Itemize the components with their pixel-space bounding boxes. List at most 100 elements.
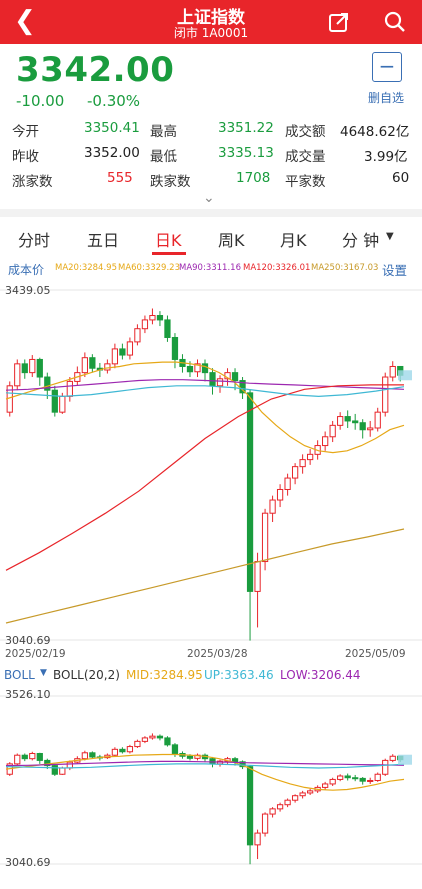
price-change: -10.00: [16, 92, 65, 110]
candle: [299, 792, 306, 797]
candle: [59, 767, 66, 775]
candle: [209, 372, 216, 387]
candle: [21, 363, 28, 374]
candle: [66, 761, 73, 769]
share-icon[interactable]: [327, 10, 351, 34]
candle: [141, 737, 149, 742]
candle: [29, 358, 36, 374]
candle: [59, 395, 66, 413]
volume-value: 3.99亿: [364, 149, 408, 165]
boll-low: LOW:3206.44: [280, 668, 361, 682]
price-change-pct: -0.30%: [87, 92, 141, 110]
search-icon[interactable]: [383, 10, 407, 34]
candle: [382, 759, 389, 775]
candle: [374, 411, 381, 429]
candle: [51, 389, 58, 413]
last-price: 3342.00: [16, 50, 175, 90]
candle: [254, 561, 261, 592]
tab-intraday[interactable]: 分时: [18, 227, 50, 251]
candle: [134, 328, 141, 343]
candle: [284, 477, 291, 490]
candle: [307, 790, 314, 794]
candle: [329, 778, 336, 785]
candle: [66, 380, 73, 397]
candle: [126, 746, 134, 753]
candle: [276, 488, 284, 501]
candle: [246, 392, 254, 592]
boll-params: BOLL(20,2): [53, 668, 120, 682]
minute-dropdown-icon[interactable]: ▼: [386, 231, 394, 242]
date-mid: 2025/03/28: [187, 648, 248, 660]
candle: [36, 752, 43, 761]
candle: [89, 357, 96, 369]
candle: [29, 752, 36, 760]
candle: [156, 735, 164, 739]
tab-monthly-k[interactable]: 月K: [280, 227, 307, 251]
prev-close-label: 昨收: [12, 149, 39, 165]
candle: [254, 832, 261, 846]
candle: [111, 748, 119, 756]
candle: [374, 773, 381, 781]
volume-label: 成交量: [285, 149, 326, 165]
high-label: 最高: [150, 124, 177, 140]
candle: [359, 422, 366, 431]
candle: [14, 754, 21, 765]
candle: [209, 758, 216, 765]
y-axis-min: 3040.69: [5, 634, 51, 647]
candle: [14, 363, 21, 387]
amount-value: 4648.62亿: [340, 124, 410, 140]
candle: [119, 748, 126, 753]
flat-count-label: 平家数: [285, 174, 326, 190]
settings-button[interactable]: 设置: [382, 260, 407, 279]
boll-indicator-selector[interactable]: BOLL: [4, 668, 35, 682]
candle: [36, 358, 43, 378]
low-label: 最低: [150, 149, 177, 165]
candle: [186, 755, 194, 759]
y-axis-max: 3439.05: [5, 284, 51, 297]
candle: [231, 758, 239, 763]
boll-up: UP:3363.46: [204, 668, 274, 682]
candle: [164, 737, 171, 746]
boll-mid: MID:3284.95: [126, 668, 203, 682]
boll-y-min: 3040.69: [5, 856, 51, 869]
active-tab-indicator: [152, 252, 186, 255]
top-bar: ❮ 上证指数 闭市 1A0001: [0, 0, 422, 44]
down-count-label: 跌家数: [150, 174, 191, 190]
tab-five-day[interactable]: 五日: [87, 227, 119, 251]
boll-y-max: 3526.10: [5, 688, 51, 701]
candle: [89, 752, 96, 758]
remove-watchlist-icon[interactable]: −: [372, 52, 402, 82]
kline-chart[interactable]: [0, 280, 422, 650]
candle: [164, 319, 171, 338]
ma120-label: MA120:3326.01: [243, 263, 311, 273]
tab-weekly-k[interactable]: 周K: [218, 227, 245, 251]
candle: [81, 752, 88, 760]
expand-chevron-icon[interactable]: ⌄: [203, 190, 215, 206]
candle: [21, 754, 28, 760]
up-count-label: 涨家数: [12, 174, 53, 190]
candle: [299, 459, 306, 468]
candle: [367, 427, 374, 431]
candle: [119, 348, 126, 356]
ma-line-ma250: [5, 528, 405, 624]
candle: [149, 735, 156, 739]
candle: [104, 363, 111, 371]
candle: [389, 365, 396, 378]
tab-minute[interactable]: 分 钟: [342, 227, 379, 251]
ma20-label: MA20:3284.95: [55, 263, 117, 273]
candle: [81, 357, 88, 374]
up-count-value: 555: [107, 170, 133, 186]
tab-daily-k[interactable]: 日K: [155, 227, 182, 251]
candle: [51, 765, 58, 775]
candle: [134, 740, 141, 748]
candle: [344, 416, 351, 422]
remove-watchlist-button[interactable]: 删自选: [368, 89, 404, 106]
candle: [352, 777, 359, 780]
boll-dropdown-icon[interactable]: ▼: [40, 668, 47, 678]
candle: [291, 466, 299, 479]
cost-price-toggle[interactable]: 成本价: [8, 261, 44, 278]
open-label: 今开: [12, 124, 39, 140]
candle: [337, 416, 344, 426]
boll-chart[interactable]: [0, 688, 422, 873]
last-price-marker: [398, 754, 412, 765]
